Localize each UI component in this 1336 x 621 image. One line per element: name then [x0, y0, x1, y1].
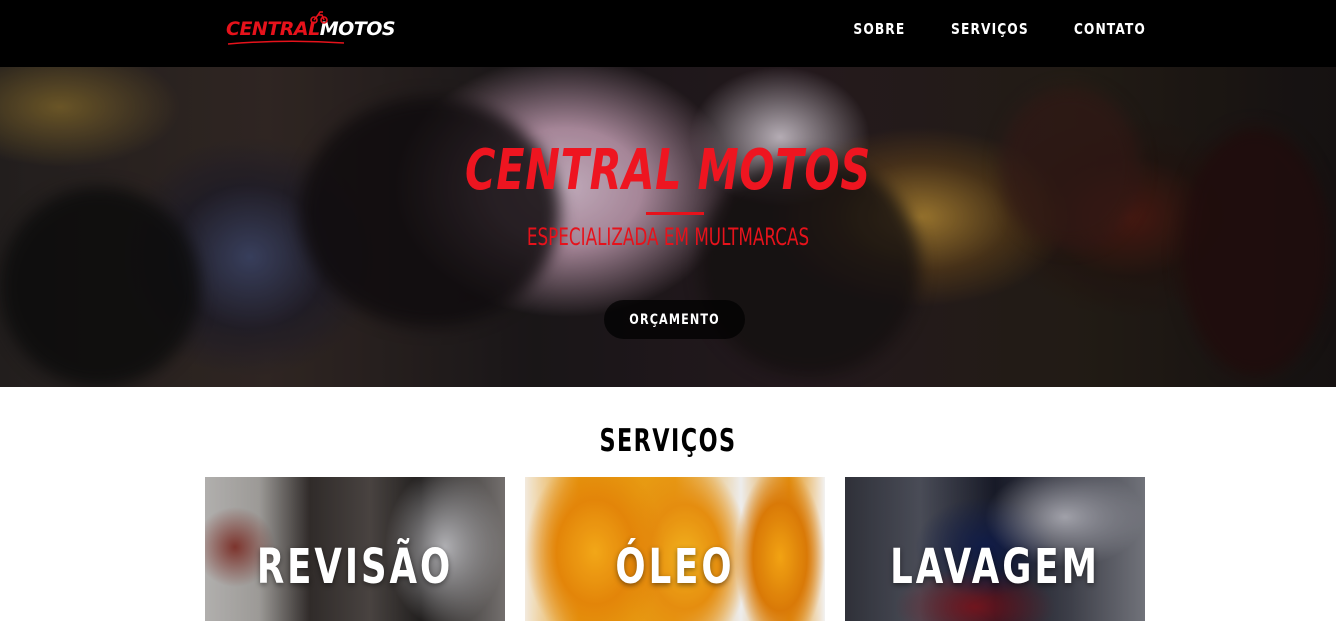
services-title: SERVIÇOS	[599, 423, 737, 459]
hero-subtitle: ESPECIALIZADA EM MULTMARCAS	[526, 223, 810, 251]
orcamento-button-label: ORÇAMENTO	[629, 311, 720, 328]
navbar: CENTRAL MOTOS SOBRE SERVIÇOS CONTATO	[0, 0, 1336, 67]
motorcycle-icon	[310, 11, 328, 24]
service-card-label: REVISÃO	[256, 539, 454, 595]
logo-swoosh-icon	[227, 40, 345, 45]
hero-divider	[646, 212, 704, 215]
site-logo[interactable]: CENTRAL MOTOS	[226, 11, 396, 46]
nav-link-contato[interactable]: CONTATO	[1074, 19, 1146, 39]
logo-text-white: MOTOS	[319, 18, 396, 40]
orcamento-button[interactable]: ORÇAMENTO	[604, 300, 745, 339]
service-card-label: LAVAGEM	[890, 539, 1100, 595]
main-nav: SOBRE SERVIÇOS CONTATO	[842, 19, 1146, 39]
nav-link-sobre[interactable]: SOBRE	[853, 19, 905, 39]
service-card-revisao[interactable]: REVISÃO	[205, 477, 505, 621]
service-card-oleo[interactable]: ÓLEO	[525, 477, 825, 621]
logo-text-red: CENTRAL	[226, 18, 320, 40]
service-card-lavagem[interactable]: LAVAGEM	[845, 477, 1145, 621]
service-card-label: ÓLEO	[615, 539, 735, 595]
nav-link-servicos[interactable]: SERVIÇOS	[951, 19, 1029, 39]
hero-banner: CENTRAL MOTOS ESPECIALIZADA EM MULTMARCA…	[0, 67, 1336, 387]
hero-title: CENTRAL MOTOS	[465, 138, 871, 203]
